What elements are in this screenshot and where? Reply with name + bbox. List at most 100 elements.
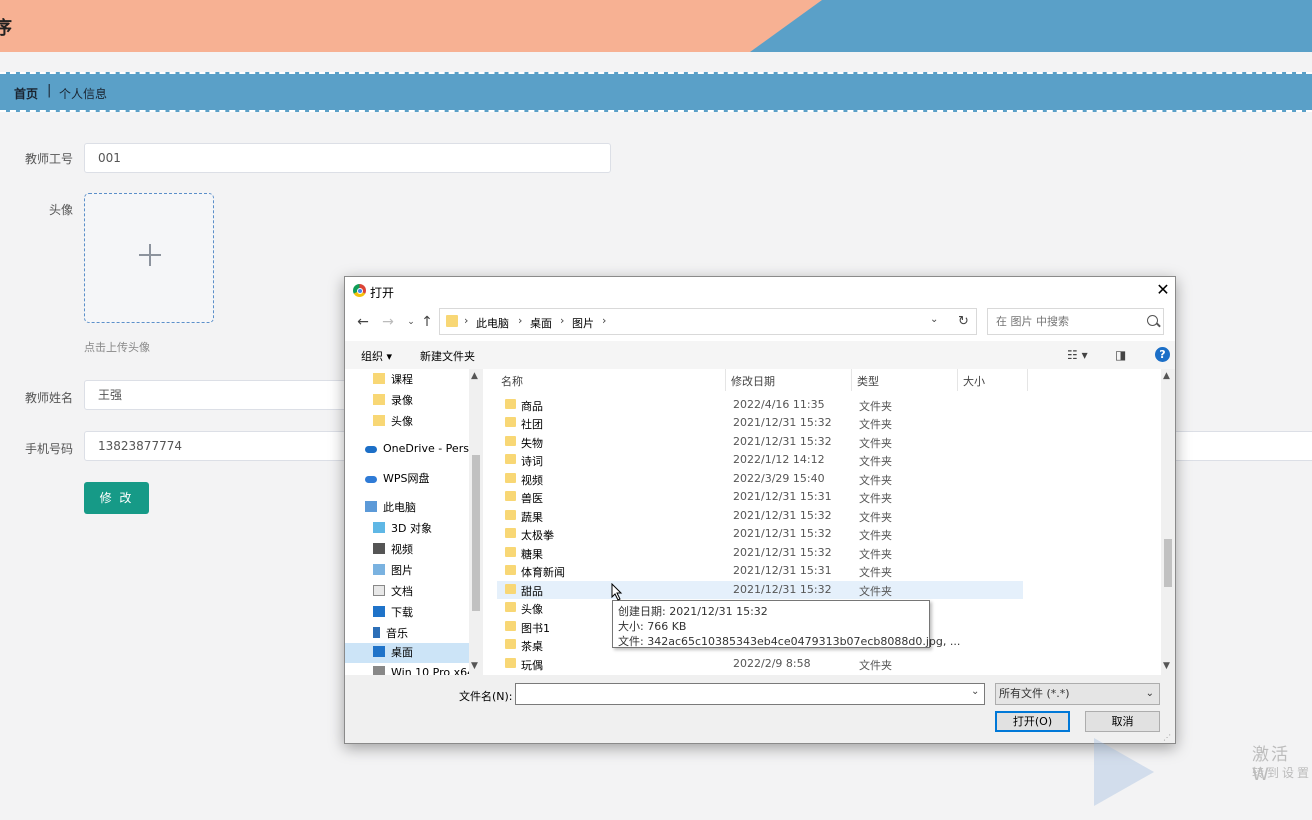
column-header-name[interactable]: 名称: [501, 373, 523, 389]
folder-icon: [505, 547, 516, 557]
search-input[interactable]: [994, 314, 1148, 329]
tree-item-onedrive[interactable]: OneDrive - Perso: [365, 442, 469, 462]
download-icon: [373, 606, 385, 617]
file-list-scrollbar[interactable]: ▲ ▼: [1161, 369, 1175, 675]
folder-icon: [505, 417, 516, 427]
plus-icon: [139, 244, 161, 266]
forward-arrow-icon[interactable]: →: [380, 313, 396, 331]
file-row[interactable]: 兽医 2021/12/31 15:31 文件夹: [497, 488, 1023, 506]
sort-up-icon: ^: [607, 369, 615, 373]
tree-item-music[interactable]: 音乐: [373, 625, 408, 645]
file-tooltip: 创建日期: 2021/12/31 15:32 大小: 766 KB 文件: 34…: [612, 600, 960, 648]
file-row[interactable]: 诗词 2022/1/12 14:12 文件夹: [497, 451, 1023, 469]
modify-button[interactable]: 修 改: [84, 482, 149, 514]
chevron-down-icon[interactable]: ⌄: [930, 314, 938, 325]
folder-icon: [446, 315, 458, 327]
scroll-up-icon[interactable]: ▲: [471, 371, 478, 381]
crumb-pictures[interactable]: 图片: [572, 315, 594, 331]
breadcrumb-current: 个人信息: [59, 87, 108, 101]
tooltip-size: 大小: 766 KB: [618, 620, 687, 633]
teacher-name-input[interactable]: 王强: [84, 380, 354, 410]
tree-item-courses[interactable]: 课程: [373, 371, 413, 391]
tooltip-files: 文件: 342ac65c10385343eb4ce0479313b07ecb80…: [618, 635, 961, 648]
open-button[interactable]: 打开(O): [995, 711, 1070, 732]
scroll-thumb[interactable]: [1164, 539, 1172, 587]
tree-item-this-pc[interactable]: 此电脑: [365, 499, 416, 519]
tooltip-created: 创建日期: 2021/12/31 15:32: [618, 605, 768, 618]
phone-input[interactable]: 13823877774: [84, 431, 354, 461]
cancel-button[interactable]: 取消: [1085, 711, 1160, 732]
video-icon: [373, 543, 385, 554]
file-row-hovered[interactable]: 甜品 2021/12/31 15:32 文件夹: [497, 581, 1023, 599]
column-header-size[interactable]: 大小: [963, 373, 985, 389]
file-row[interactable]: 商品 2022/4/16 11:35 文件夹: [497, 396, 1023, 414]
up-arrow-icon[interactable]: ↑: [419, 313, 435, 331]
filename-input[interactable]: [515, 683, 985, 705]
chrome-icon: [353, 284, 366, 297]
tree-item-pictures[interactable]: 图片: [373, 562, 413, 582]
scroll-up-icon[interactable]: ▲: [1163, 371, 1170, 381]
scroll-thumb[interactable]: [472, 455, 480, 611]
file-row[interactable]: 社团 2021/12/31 15:32 文件夹: [497, 414, 1023, 432]
tree-item-drive[interactable]: Win 10 Pro x64: [373, 666, 469, 675]
file-row[interactable]: 体育新闻 2021/12/31 15:31 文件夹: [497, 562, 1023, 580]
app-title: 序: [0, 18, 12, 39]
column-header-type[interactable]: 类型: [857, 373, 879, 389]
file-row[interactable]: 视频 2022/3/29 15:40 文件夹: [497, 470, 1023, 488]
breadcrumb-home[interactable]: 首页: [14, 85, 38, 102]
search-box[interactable]: [987, 308, 1164, 335]
file-row[interactable]: 蔬果 2021/12/31 15:32 文件夹: [497, 507, 1023, 525]
tree-item-avatars[interactable]: 头像: [373, 413, 413, 433]
scroll-down-icon[interactable]: ▼: [1163, 661, 1170, 671]
view-options-icon[interactable]: ☷ ▾: [1067, 348, 1088, 362]
chevron-right-icon: ›: [602, 314, 607, 327]
teacher-id-input[interactable]: 001: [84, 143, 611, 173]
new-folder-button[interactable]: 新建文件夹: [420, 348, 475, 364]
tree-item-documents[interactable]: 文档: [373, 583, 413, 603]
file-row[interactable]: 太极拳 2021/12/31 15:32 文件夹: [497, 525, 1023, 543]
computer-icon: [365, 501, 377, 512]
search-icon[interactable]: [1147, 315, 1158, 326]
folder-icon: [505, 658, 516, 668]
tree-item-downloads[interactable]: 下载: [373, 604, 413, 624]
address-bar[interactable]: › 此电脑 › 桌面 › 图片 › ⌄: [439, 308, 977, 335]
tree-item-videos[interactable]: 视频: [373, 541, 413, 561]
close-icon[interactable]: ✕: [1153, 280, 1173, 300]
folder-icon: [505, 621, 516, 631]
resize-grip-icon[interactable]: ⋰: [1163, 733, 1171, 742]
tree-item-recordings[interactable]: 录像: [373, 392, 413, 412]
tree-item-desktop[interactable]: 桌面: [345, 643, 469, 663]
file-row[interactable]: 玩偶 2022/2/9 8:58 文件夹: [497, 655, 1023, 673]
back-arrow-icon[interactable]: ←: [355, 313, 371, 331]
crumb-desktop[interactable]: 桌面: [530, 315, 552, 331]
dialog-toolbar: 组织 ▾ 新建文件夹 ☷ ▾ ◨ ?: [345, 341, 1175, 369]
crumb-this-pc[interactable]: 此电脑: [476, 315, 509, 331]
preview-pane-icon[interactable]: ◨: [1115, 348, 1126, 362]
picture-icon: [373, 564, 385, 575]
avatar-upload[interactable]: [84, 193, 214, 323]
file-row[interactable]: 糖果 2021/12/31 15:32 文件夹: [497, 544, 1023, 562]
filename-label: 文件名(N):: [459, 690, 513, 703]
chevron-right-icon: ›: [560, 314, 565, 327]
tree-scrollbar[interactable]: ▲ ▼: [469, 369, 483, 675]
avatar-hint: 点击上传头像: [84, 341, 150, 354]
filetype-select[interactable]: 所有文件 (*.*) ⌄: [995, 683, 1160, 705]
scroll-down-icon[interactable]: ▼: [471, 661, 478, 671]
recent-chevron-icon[interactable]: ⌄: [403, 313, 419, 331]
folder-icon: [505, 602, 516, 612]
column-header-date[interactable]: 修改日期: [731, 373, 775, 389]
dialog-nav-row: ← → ⌄ ↑ › 此电脑 › 桌面 › 图片 › ⌄ ↻: [345, 305, 1175, 341]
filetype-value: 所有文件 (*.*): [999, 687, 1070, 700]
tree-item-wps[interactable]: WPS网盘: [365, 470, 430, 490]
refresh-icon[interactable]: ↻: [951, 308, 977, 335]
cube-icon: [373, 522, 385, 533]
mouse-cursor-icon: [611, 583, 623, 601]
navigation-tree: 课程 录像 头像 OneDrive - Perso WPS网盘 此电脑 3D 对…: [345, 369, 469, 675]
file-row[interactable]: 失物 2021/12/31 15:32 文件夹: [497, 433, 1023, 451]
teacher-name-label: 教师姓名: [24, 391, 73, 405]
tree-item-3d[interactable]: 3D 对象: [373, 520, 432, 540]
column-divider: [1027, 369, 1028, 391]
help-icon[interactable]: ?: [1155, 347, 1170, 362]
organize-button[interactable]: 组织 ▾: [361, 348, 392, 364]
